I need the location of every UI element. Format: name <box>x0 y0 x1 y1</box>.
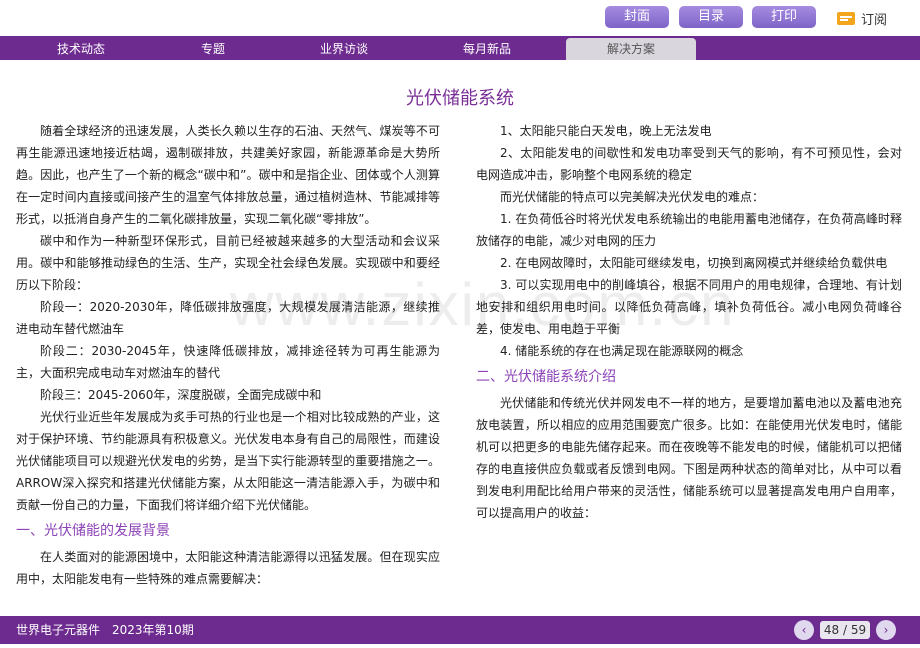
prev-page-button[interactable]: ‹ <box>794 620 814 640</box>
list-item: 1、太阳能只能白天发电，晚上无法发电 <box>500 124 712 138</box>
tab-tech-news[interactable]: 技术动态 <box>16 38 146 60</box>
mail-icon <box>837 11 855 25</box>
publication-info: 世界电子元器件 2023年第10期 <box>16 623 194 637</box>
tab-topics[interactable]: 专题 <box>148 38 278 60</box>
paragraph: 而光伏储能的特点可以完美解决光伏发电的难点： <box>500 190 765 204</box>
paragraph: 碳中和作为一种新型环保形式，目前已经被越来越多的大型活动和会议采用。碳中和能够推… <box>16 234 440 292</box>
paragraph: 光伏行业近些年发展成为炙手可热的行业也是一个相对比较成熟的产业，这对于保护环境、… <box>16 410 440 512</box>
tab-new-products[interactable]: 每月新品 <box>422 38 552 60</box>
next-page-button[interactable]: › <box>876 620 896 640</box>
list-item: 3. 可以实现用电中的削峰填谷，根据不同用户的用电规律，合理地、有计划地安排和组… <box>476 278 902 336</box>
list-item: 2. 在电网故障时，太阳能可继续发电，切换到离网模式并继续给负载供电 <box>500 256 888 270</box>
paragraph: 阶段二：2030-2045年，快速降低碳排放，减排途径转为可再生能源为主，大面积… <box>16 344 440 380</box>
list-item: 4. 储能系统的存在也满足现在能源联网的概念 <box>500 344 744 358</box>
subscribe-button[interactable]: 订阅 <box>837 8 887 28</box>
section-heading: 一、光伏储能的发展背景 <box>16 523 170 539</box>
cover-button[interactable]: 封面 <box>605 6 669 28</box>
section-heading: 二、光伏储能系统介绍 <box>476 369 616 385</box>
pager: ‹ 48 / 59 › <box>794 620 896 640</box>
nav-bar: 技术动态 专题 业界访谈 每月新品 解决方案 <box>0 36 920 60</box>
article-title: 光伏储能系统 <box>406 88 514 109</box>
list-item: 1. 在负荷低谷时将光伏发电系统输出的电能用蓄电池储存，在负荷高峰时释放储存的电… <box>476 212 902 248</box>
paragraph: 随着全球经济的迅速发展，人类长久赖以生存的石油、天然气、煤炭等不可再生能源迅速地… <box>16 124 440 226</box>
print-button[interactable]: 打印 <box>752 6 816 28</box>
page-indicator: 48 / 59 <box>820 621 870 639</box>
footer-bar: 世界电子元器件 2023年第10期 ‹ 48 / 59 › <box>0 616 920 644</box>
tab-solutions[interactable]: 解决方案 <box>566 38 696 60</box>
list-item: 2、太阳能发电的间歇性和发电功率受到天气的影响，有不可预见性，会对电网造成冲击，… <box>476 146 902 182</box>
paragraph: 在人类面对的能源困境中，太阳能这种清洁能源得以迅猛发展。但在现实应用中，太阳能发… <box>16 550 440 586</box>
toc-button[interactable]: 目录 <box>679 6 743 28</box>
subscribe-label: 订阅 <box>861 12 888 28</box>
paragraph: 光伏储能和传统光伏并网发电不一样的地方，是要增加蓄电池以及蓄电池充放电装置，所以… <box>476 396 902 520</box>
right-column: 1、太阳能只能白天发电，晚上无法发电 2、太阳能发电的间歇性和发电功率受到天气的… <box>476 120 902 524</box>
left-column: 随着全球经济的迅速发展，人类长久赖以生存的石油、天然气、煤炭等不可再生能源迅速地… <box>16 120 440 590</box>
top-toolbar: 封面 目录 打印 订阅 <box>0 0 920 36</box>
paragraph: 阶段三：2045-2060年，深度脱碳，全面完成碳中和 <box>40 388 322 402</box>
paragraph: 阶段一：2020-2030年，降低碳排放强度，大规模发展清洁能源，继续推进电动车… <box>16 300 440 336</box>
tab-interviews[interactable]: 业界访谈 <box>279 38 409 60</box>
